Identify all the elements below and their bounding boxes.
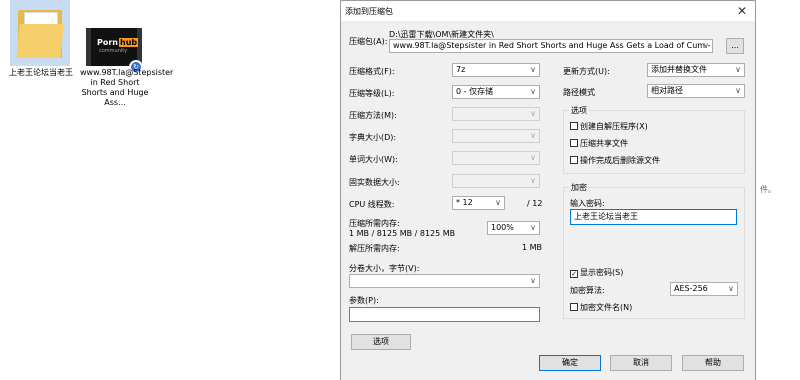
video-logo-community: community	[99, 48, 128, 54]
close-icon[interactable]: ✕	[737, 4, 747, 18]
help-button[interactable]: 帮助	[682, 355, 744, 371]
create-sfx-checkbox[interactable]: 创建自解压程序(X)	[570, 121, 648, 132]
archive-name-value: www.98T.la@Stepsister in Red Short Short…	[393, 41, 712, 50]
encrypt-names-checkbox[interactable]: 加密文件名(N)	[570, 302, 632, 313]
ok-button[interactable]: 确定	[539, 355, 601, 371]
chevron-down-icon: ∨	[530, 153, 536, 162]
add-to-archive-dialog: 添加到压缩包 ✕ 压缩包(A): D:\迅雷下载\OM\新建文件夹\ www.9…	[340, 0, 756, 380]
options-group-title: 选项	[569, 105, 589, 116]
chevron-down-icon: ∨	[735, 65, 741, 74]
mem-percent-value: 100%	[491, 223, 514, 232]
checkbox-checked-icon: ✓	[570, 270, 578, 278]
format-select[interactable]: 7z ∨	[452, 63, 540, 77]
archive-name-combo[interactable]: www.98T.la@Stepsister in Red Short Short…	[389, 39, 713, 53]
compress-shared-checkbox[interactable]: 压缩共享文件	[570, 138, 628, 149]
chevron-down-icon: ∨	[530, 131, 536, 140]
delete-after-checkbox[interactable]: 操作完成后删除源文件	[570, 155, 660, 166]
threads-value: * 12	[456, 198, 473, 207]
word-select[interactable]: ∨	[452, 151, 540, 165]
word-label: 单词大小(W):	[349, 155, 398, 164]
folder-label[interactable]: 上老王论坛当老王	[6, 68, 76, 78]
mem-comp-label: 压缩所需内存:	[349, 219, 400, 228]
checkbox-icon	[570, 303, 578, 311]
video-file-label[interactable]: www.98T.la@Stepsister in Red Short Short…	[80, 68, 173, 108]
dialog-title: 添加到压缩包	[345, 7, 393, 16]
compress-shared-label: 压缩共享文件	[580, 139, 628, 148]
checkbox-icon	[570, 139, 578, 147]
path-mode-select[interactable]: 相对路径 ∨	[647, 84, 745, 98]
update-select[interactable]: 添加并替换文件 ∨	[647, 63, 745, 77]
params-label: 参数(P):	[349, 296, 379, 305]
level-value: 0 - 仅存储	[456, 87, 494, 96]
checkbox-icon	[570, 156, 578, 164]
delete-after-label: 操作完成后删除源文件	[580, 156, 660, 165]
chevron-down-icon: ∨	[495, 198, 501, 207]
browse-button[interactable]: ...	[726, 38, 744, 54]
background-text: 件。	[760, 185, 776, 194]
path-mode-value: 相对路径	[651, 86, 683, 95]
update-value: 添加并替换文件	[651, 65, 707, 74]
enc-method-value: AES-256	[674, 284, 708, 293]
options-button[interactable]: 选项	[351, 334, 411, 350]
chevron-down-icon: ∨	[530, 109, 536, 118]
mem-comp-value: 1 MB / 8125 MB / 8125 MB	[349, 229, 456, 238]
folder-icon[interactable]	[10, 0, 70, 66]
split-label: 分卷大小，字节(V):	[349, 264, 420, 273]
mem-decomp-label: 解压所需内存:	[349, 244, 400, 253]
mem-percent-select[interactable]: 100% ∨	[487, 221, 540, 235]
split-size-combo[interactable]: ∨	[349, 274, 540, 288]
chevron-down-icon: ∨	[530, 276, 536, 285]
dict-label: 字典大小(D):	[349, 133, 397, 142]
encryption-group-title: 加密	[569, 182, 589, 193]
format-value: 7z	[456, 65, 466, 74]
chevron-down-icon[interactable]: ∨	[703, 40, 709, 52]
show-password-label: 显示密码(S)	[580, 268, 624, 277]
solid-label: 固实数据大小:	[349, 178, 400, 187]
create-sfx-label: 创建自解压程序(X)	[580, 122, 648, 131]
threads-total: / 12	[527, 199, 543, 208]
title-bar: 添加到压缩包 ✕	[341, 1, 755, 21]
chevron-down-icon: ∨	[530, 223, 536, 232]
archive-label: 压缩包(A):	[349, 37, 388, 46]
video-thumbnail-icon[interactable]: Porn hub community ↻	[86, 28, 143, 74]
params-input[interactable]	[349, 307, 540, 322]
solid-select[interactable]: ∨	[452, 174, 540, 188]
level-select[interactable]: 0 - 仅存储 ∨	[452, 85, 540, 99]
chevron-down-icon: ∨	[530, 65, 536, 74]
video-logo-hub: hub	[119, 38, 139, 47]
cancel-button[interactable]: 取消	[610, 355, 672, 371]
path-mode-label: 路径模式	[563, 88, 595, 97]
update-label: 更新方式(U):	[563, 67, 610, 76]
password-input[interactable]: 上老王论坛当老王	[570, 209, 737, 225]
chevron-down-icon: ∨	[530, 87, 536, 96]
checkbox-icon	[570, 122, 578, 130]
chevron-down-icon: ∨	[530, 176, 536, 185]
level-label: 压缩等级(L):	[349, 89, 395, 98]
method-label: 压缩方法(M):	[349, 111, 397, 120]
threads-label: CPU 线程数:	[349, 200, 395, 209]
enc-method-label: 加密算法:	[570, 286, 605, 295]
show-password-checkbox[interactable]: ✓ 显示密码(S)	[570, 267, 623, 278]
threads-select[interactable]: * 12 ∨	[452, 196, 505, 210]
format-label: 压缩格式(F):	[349, 67, 395, 76]
encrypt-names-label: 加密文件名(N)	[580, 303, 633, 312]
password-label: 输入密码:	[570, 199, 605, 208]
chevron-down-icon: ∨	[735, 86, 741, 95]
enc-method-select[interactable]: AES-256 ∨	[670, 282, 738, 296]
method-select[interactable]: ∨	[452, 107, 540, 121]
chevron-down-icon: ∨	[728, 284, 734, 293]
mem-decomp-value: 1 MB	[522, 243, 543, 252]
dict-select[interactable]: ∨	[452, 129, 540, 143]
video-logo-porn: Porn	[97, 38, 118, 47]
